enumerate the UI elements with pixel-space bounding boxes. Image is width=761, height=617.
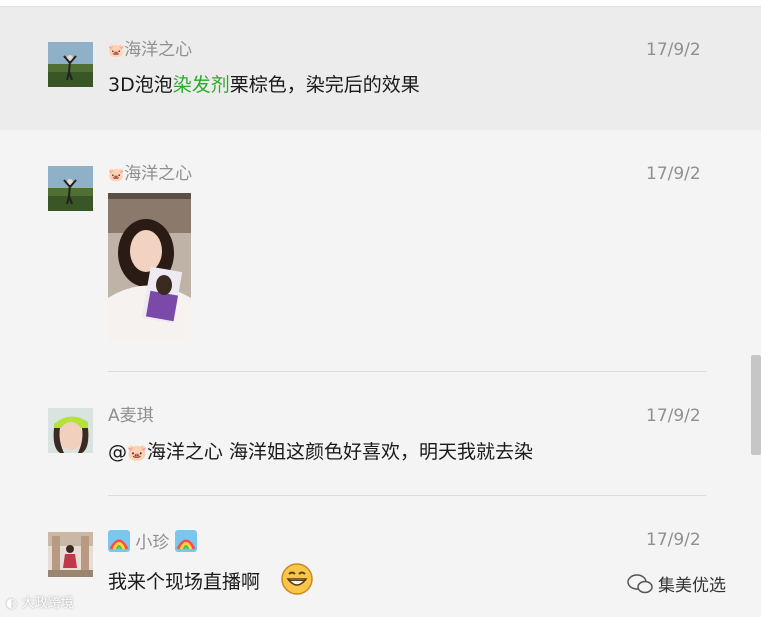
comment-author[interactable]: 🐷海洋之心 <box>108 40 192 62</box>
pig-icon: 🐷 <box>108 168 125 183</box>
comment-author[interactable]: 🐷海洋之心 <box>108 164 192 186</box>
divider <box>108 495 706 496</box>
comment-author[interactable]: A麦琪 <box>108 406 154 426</box>
comment-date: 17/9/2 <box>646 530 701 550</box>
comment-text: @🐷海洋之心 海洋姐这颜色好喜欢，明天我就去染 <box>108 441 533 463</box>
comment-date: 17/9/2 <box>646 406 701 426</box>
comment-row <box>0 7 761 130</box>
wechat-icon <box>627 573 653 593</box>
comment-text: 我来个现场直播啊 <box>108 571 261 593</box>
avatar[interactable] <box>48 532 93 577</box>
pig-icon: 🐷 <box>127 443 147 462</box>
comment-date: 17/9/2 <box>646 164 701 184</box>
mention[interactable]: @🐷海洋之心 <box>108 441 223 463</box>
rainbow-icon <box>174 530 197 552</box>
comment-text: 3D泡泡染发剂栗棕色，染完后的效果 <box>108 74 420 96</box>
pig-icon: 🐷 <box>108 44 125 59</box>
watermark-left: ◐ 大政跨境 <box>6 596 74 611</box>
comment-author[interactable]: 小珍 <box>108 530 197 553</box>
grinning-face-icon <box>281 563 313 595</box>
logo-icon: ◐ <box>6 596 22 611</box>
avatar[interactable] <box>48 42 93 87</box>
attached-photo[interactable] <box>108 193 191 342</box>
rainbow-icon <box>108 530 130 552</box>
divider <box>108 371 706 372</box>
top-divider <box>0 0 761 7</box>
avatar[interactable] <box>48 408 93 453</box>
avatar[interactable] <box>48 166 93 211</box>
scrollbar-thumb[interactable] <box>751 355 761 455</box>
comment-date: 17/9/2 <box>646 40 701 60</box>
watermark-right: 集美优选 <box>626 571 726 596</box>
keyword-highlight[interactable]: 染发剂 <box>173 74 230 96</box>
